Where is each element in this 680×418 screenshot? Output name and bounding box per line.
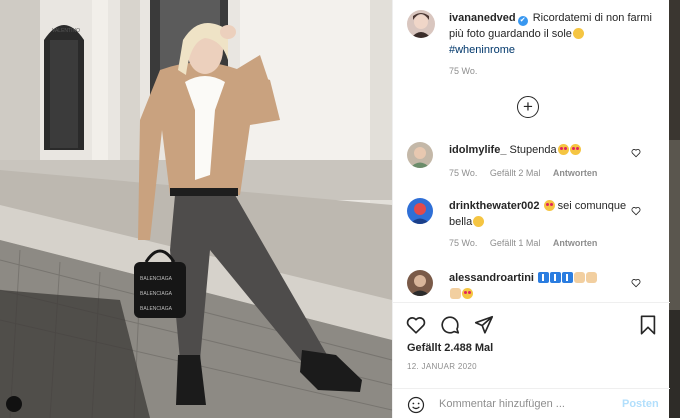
heart-icon[interactable] — [405, 314, 427, 336]
comment-meta: 75 Wo. Gefällt 1 Mal Antworten — [449, 238, 607, 248]
comment-meta: 75 Wo. Gefällt 2 Mal Antworten — [449, 168, 607, 178]
heart-eyes-emoji-icon — [569, 144, 581, 155]
comment-username[interactable]: drinkthewater002 — [449, 200, 539, 212]
comment-like-heart-icon[interactable] — [631, 278, 641, 288]
comment-text: alessandroartini — [449, 270, 629, 300]
post-sidebar: ivananedved ✔ Ricordatemi di non farmi pi… — [392, 0, 670, 418]
post-date: 12. JANUAR 2020 — [407, 362, 477, 371]
comment-likes[interactable]: Gefällt 2 Mal — [490, 168, 541, 178]
photo-illustration: VALENTINO BALENCIAGABALENCIAGABALENCIAGA — [0, 0, 392, 418]
comment-username[interactable]: idolmylife_ — [449, 144, 506, 156]
comment-likes[interactable]: Gefällt 1 Mal — [490, 238, 541, 248]
comment-like-heart-icon[interactable] — [631, 206, 641, 216]
instagram-post-modal: VALENTINO BALENCIAGA BALENCIAGA BALENCIA… — [0, 0, 680, 418]
commenter-avatar[interactable] — [407, 270, 433, 296]
emoji-picker-icon[interactable] — [407, 396, 425, 414]
comment-bubble-icon[interactable] — [439, 314, 461, 336]
verified-badge-icon: ✔ — [517, 16, 528, 26]
commenter-avatar[interactable] — [407, 198, 433, 224]
hashtag-link[interactable]: #wheninrome — [449, 44, 515, 56]
clap-emoji-icon — [586, 272, 598, 283]
add-comment-bar: Posten — [393, 388, 670, 418]
background-feed-strip — [669, 0, 680, 418]
comment-age: 75 Wo. — [449, 238, 478, 248]
comment-text: drinkthewater002 sei comunque bella — [449, 198, 629, 230]
heart-eyes-emoji-icon — [557, 144, 569, 155]
anchor-emoji-icon — [538, 272, 550, 283]
comment-input[interactable] — [439, 395, 609, 413]
post-comment-button[interactable]: Posten — [622, 398, 659, 410]
post-actions-bar — [393, 306, 670, 346]
comments-scroll-area[interactable]: ivananedved ✔ Ricordatemi di non farmi pi… — [393, 0, 670, 300]
paper-plane-icon[interactable] — [473, 314, 495, 336]
caption-text: ivananedved ✔ Ricordatemi di non farmi pi… — [449, 10, 659, 58]
comment-body: Stupenda — [509, 144, 557, 156]
section-divider — [393, 302, 670, 303]
smiling-face-emoji-icon — [473, 216, 485, 227]
svg-text:BALENCIAGA: BALENCIAGA — [140, 291, 173, 297]
reply-button[interactable]: Antworten — [553, 238, 598, 248]
anchor-emoji-icon — [550, 272, 562, 283]
post-photo[interactable]: VALENTINO BALENCIAGA BALENCIAGA BALENCIA… — [0, 0, 392, 418]
comment-text: idolmylife_ Stupenda — [449, 142, 629, 158]
author-avatar[interactable] — [407, 10, 435, 38]
comment-age: 75 Wo. — [449, 168, 478, 178]
caption-age: 75 Wo. — [449, 66, 478, 76]
clap-emoji-icon — [450, 288, 461, 299]
commenter-avatar[interactable] — [407, 142, 433, 168]
reply-button[interactable]: Antworten — [553, 168, 598, 178]
svg-text:BALENCIAGA: BALENCIAGA — [140, 276, 173, 282]
svg-text:BALENCIAGA: BALENCIAGA — [140, 306, 173, 312]
likes-count[interactable]: Gefällt 2.488 Mal — [407, 342, 493, 354]
tagged-user-icon[interactable] — [6, 396, 22, 412]
anchor-emoji-icon — [562, 272, 574, 283]
comment-like-heart-icon[interactable] — [631, 148, 641, 158]
bookmark-icon[interactable] — [637, 314, 659, 336]
load-more-comments-button[interactable]: + — [517, 96, 539, 118]
heart-eyes-emoji-icon — [462, 288, 473, 299]
comment-username[interactable]: alessandroartini — [449, 272, 534, 284]
clap-emoji-icon — [574, 272, 586, 283]
sun-face-emoji-icon — [572, 28, 584, 39]
heart-eyes-emoji-icon — [543, 200, 555, 211]
svg-text:VALENTINO: VALENTINO — [52, 28, 80, 34]
author-username[interactable]: ivananedved — [449, 12, 516, 24]
